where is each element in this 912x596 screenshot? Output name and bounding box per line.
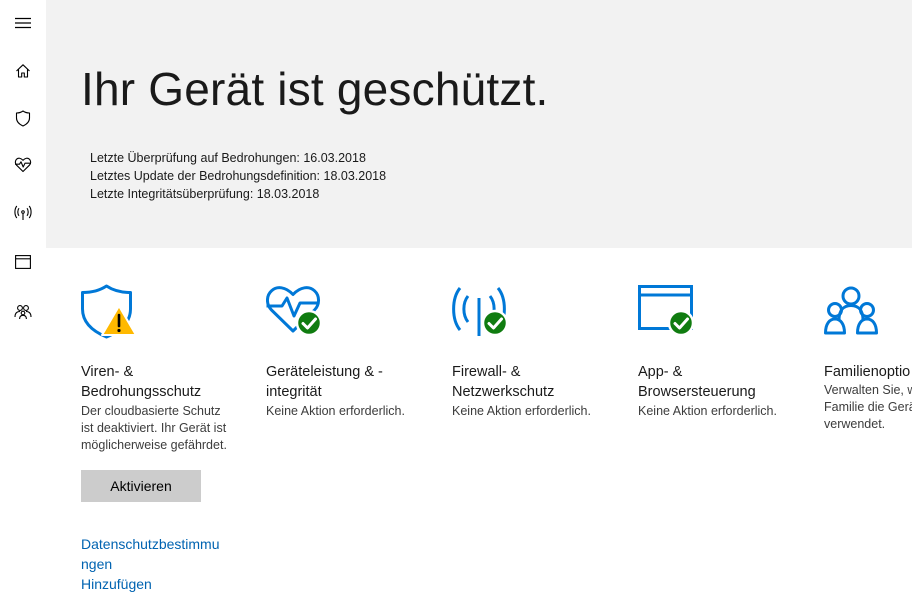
status-hero: Ihr Gerät ist geschützt. Letzte Überprüf… [46,0,912,248]
device-health-tile-icon[interactable] [266,284,326,342]
sidebar-item-device-health[interactable] [0,142,46,188]
tile-description-line: Der cloudbasierte Schutz [81,404,221,418]
activate-button[interactable]: Aktivieren [81,470,201,502]
tile-description-line: ist deaktiviert. Ihr Gerät ist [81,421,227,435]
tile-virus-threat-protection: Viren- & Bedrohungsschutz Der cloudbasie… [81,284,251,454]
tile-title-line: Bedrohungsschutz [81,384,202,400]
tile-description-line: Verwalten Sie, w [824,383,912,397]
tile-firewall-network-protection: Firewall- & Netzwerkschutz Keine Aktion … [452,284,622,420]
firewall-tile-icon[interactable] [452,284,512,342]
privacy-statement-link[interactable]: Datenschutzbestimmu ngen [81,534,220,574]
family-tile-icon[interactable] [824,284,884,342]
tile-description: Keine Aktion erforderlich. [638,403,808,420]
heart-pulse-check-icon [266,286,323,337]
tile-description: Keine Aktion erforderlich. [266,403,436,420]
tile-title-line: Geräteleistung & - [266,364,383,380]
shield-warning-icon [81,284,137,339]
tile-description: Keine Aktion erforderlich. [452,403,622,420]
browser-check-icon [638,285,695,337]
shield-icon [15,109,31,127]
privacy-link-line: Datenschutzbestimmu [81,536,220,552]
scan-status-list: Letzte Überprüfung auf Bedrohungen: 16.0… [90,149,386,203]
tile-title[interactable]: Firewall- & Netzwerkschutz [452,362,622,402]
page-title: Ihr Gerät ist geschützt. [81,63,549,115]
tile-description-line: Keine Aktion erforderlich. [266,404,405,418]
tile-title-line: Browsersteuerung [638,384,756,400]
tile-description-line: Familie die Gerä [824,400,912,414]
tile-description: Verwalten Sie, w Familie die Gerä verwen… [824,382,912,433]
tile-title[interactable]: Geräteleistung & - integrität [266,362,436,402]
tile-description-line: verwendet. [824,417,886,431]
sidebar-item-virus-protection[interactable] [0,95,46,141]
tile-title[interactable]: Viren- & Bedrohungsschutz [81,362,251,402]
tile-family-options: Familienoptio Verwalten Sie, w Familie d… [824,284,912,433]
privacy-link-line: ngen [81,556,113,572]
heart-pulse-icon [14,157,32,173]
tile-device-performance-health: Geräteleistung & - integrität Keine Akti… [266,284,436,420]
sidebar-item-firewall[interactable] [0,190,46,236]
antenna-icon [14,205,32,220]
tile-description: Der cloudbasierte Schutz ist deaktiviert… [81,403,251,454]
tile-title-line: Firewall- & [452,364,521,380]
tile-description-line: möglicherweise gefährdet. [81,438,227,452]
tile-title[interactable]: App- & Browsersteuerung [638,362,808,402]
virus-protection-tile-icon[interactable] [81,284,141,342]
home-icon [16,64,30,78]
tile-app-browser-control: App- & Browsersteuerung Keine Aktion erf… [638,284,808,420]
hamburger-menu-icon [15,17,31,29]
hamburger-menu-button[interactable] [0,0,46,46]
family-icon [824,286,878,335]
tile-title[interactable]: Familienoptio [824,362,912,382]
tile-title-line: Netzwerkschutz [452,384,555,400]
tile-description-line: Keine Aktion erforderlich. [638,404,777,418]
tile-title-line: integrität [266,384,322,400]
tile-title-line: App- & [638,364,683,380]
tile-title-line: Viren- & [81,364,134,380]
tile-description-line: Keine Aktion erforderlich. [452,404,591,418]
last-health-check: Letzte Integritätsüberprüfung: 18.03.201… [90,187,320,201]
last-definition-update: Letztes Update der Bedrohungsdefinition:… [90,169,387,183]
add-link[interactable]: Hinzufügen [81,574,220,594]
footer-links: Datenschutzbestimmu ngen Hinzufügen [81,534,220,594]
antenna-check-icon [452,287,509,337]
last-threat-scan: Letzte Überprüfung auf Bedrohungen: 16.0… [90,151,366,165]
tile-title-line: Familienoptio [824,364,911,380]
app-browser-tile-icon[interactable] [638,284,698,342]
sidebar-item-home[interactable] [0,48,46,94]
